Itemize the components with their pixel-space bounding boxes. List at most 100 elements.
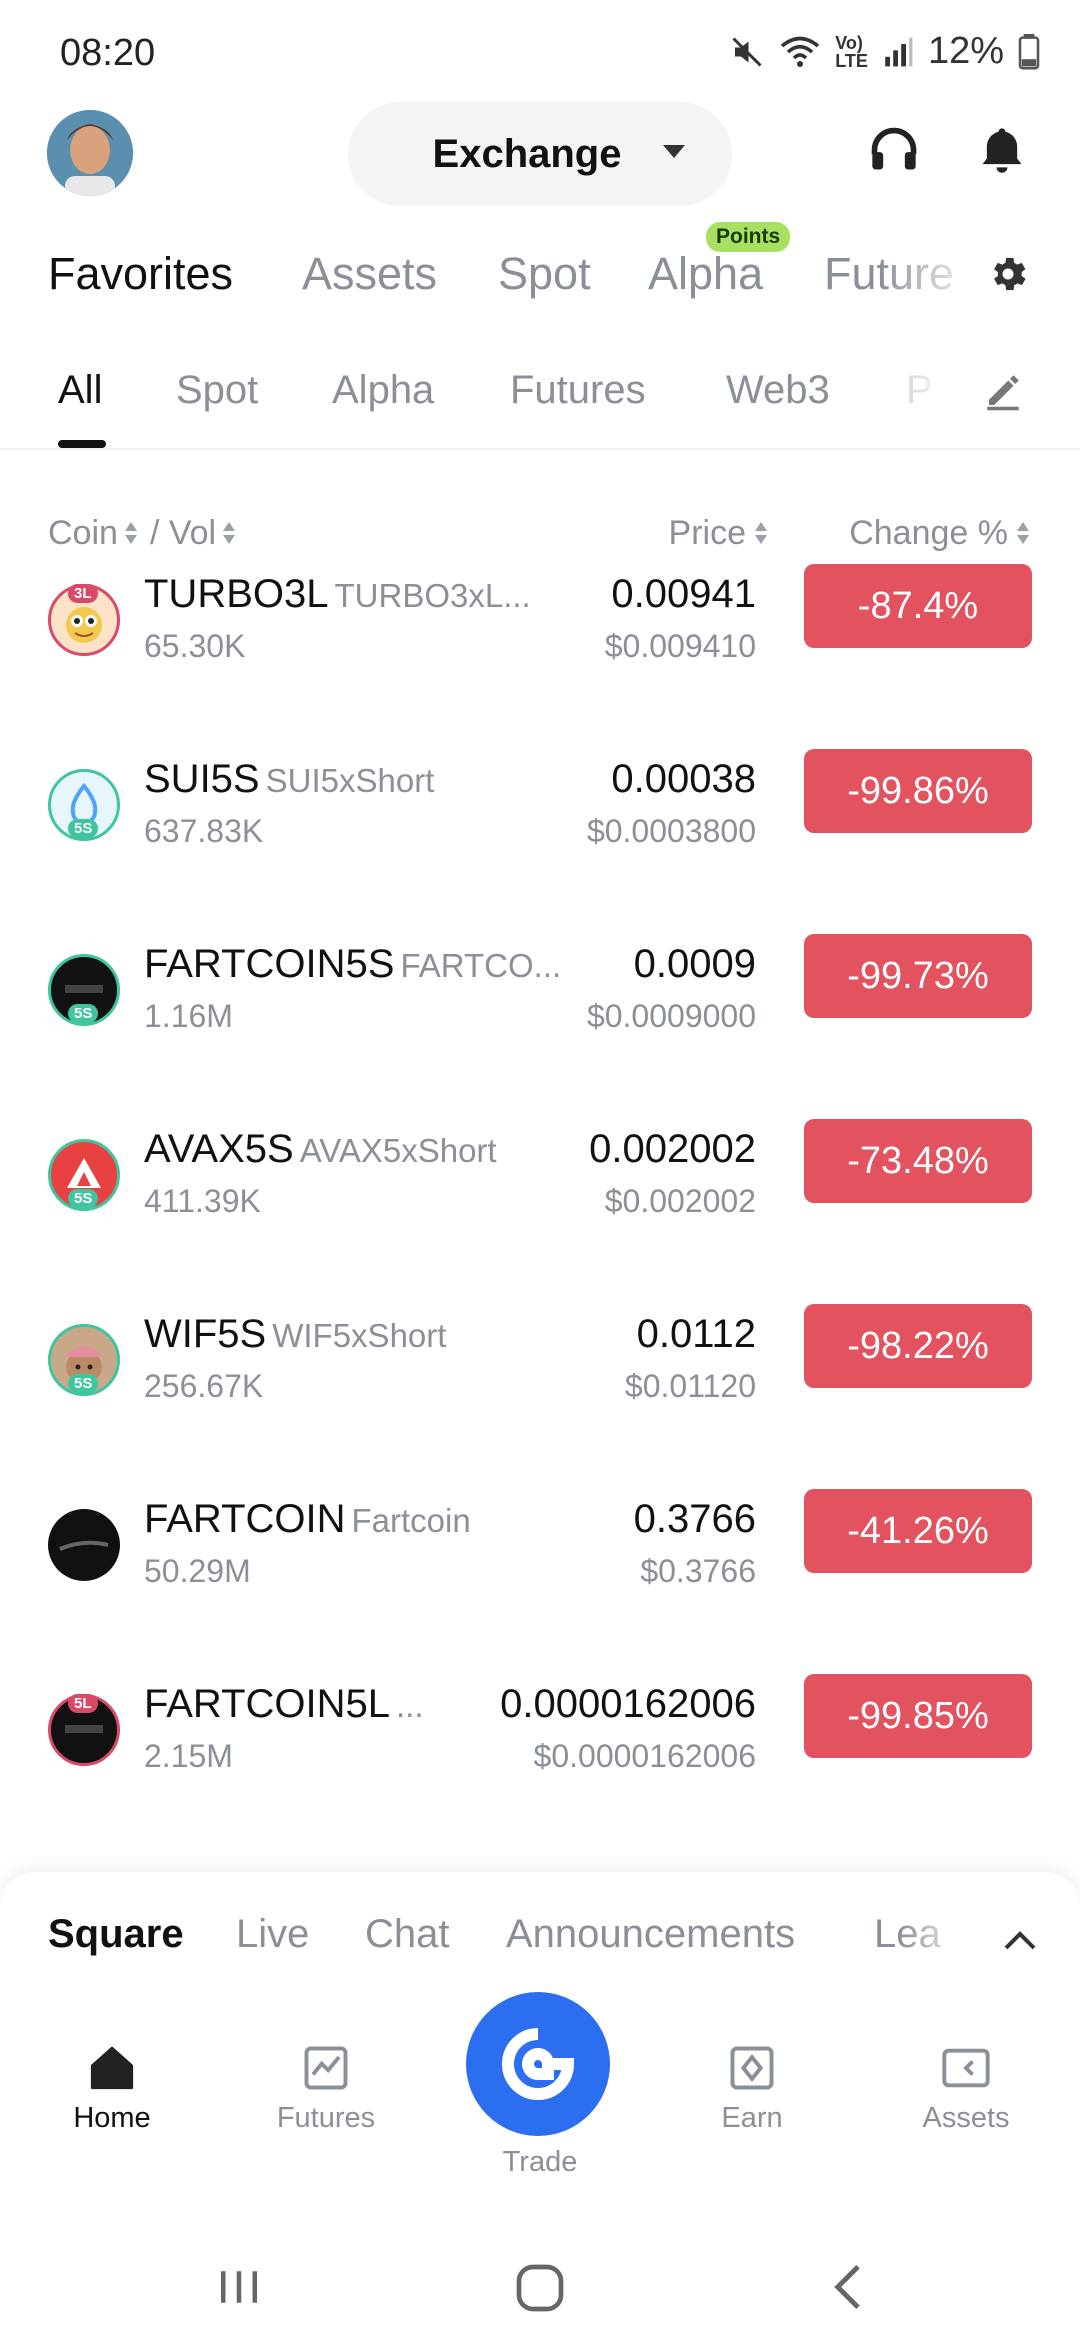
tab-alpha[interactable]: Alpha [648, 248, 763, 300]
nav-futures-label: Futures [276, 2102, 376, 2134]
coin-fullname: WIF5xShort [272, 1317, 447, 1354]
coin-price-usd: $0.01120 [624, 1368, 756, 1404]
coin-symbol: FARTCOIN5S FARTCO... [144, 942, 562, 986]
subtab-all[interactable]: All [58, 368, 102, 413]
coin-volume: 637.83K [144, 813, 264, 849]
status-bar: 08:20 Vo) LTE 12% [0, 0, 1080, 110]
subtab-web3[interactable]: Web3 [726, 368, 830, 413]
futures-icon [304, 2046, 348, 2090]
change-badge[interactable]: -73.48% [804, 1119, 1032, 1203]
edit-icon[interactable] [982, 370, 1024, 417]
status-time: 08:20 [60, 32, 156, 74]
coin-fullname: FARTCO... [400, 947, 562, 984]
nav-assets[interactable]: Assets [886, 2042, 1046, 2135]
coin-price-usd: $0.009410 [604, 628, 756, 664]
battery-percent: 12% [927, 30, 1004, 72]
leverage-badge: 5S [68, 1374, 99, 1393]
change-badge[interactable]: -99.85% [804, 1674, 1032, 1758]
sort-icon [124, 520, 138, 548]
exchange-selector[interactable]: Exchange [348, 102, 732, 206]
nav-home-label: Home [73, 2102, 151, 2134]
coin-volume: 2.15M [144, 1738, 233, 1774]
chevron-up-icon[interactable] [1000, 1924, 1040, 1959]
change-badge[interactable]: -87.4% [804, 564, 1032, 648]
sort-coin-vol[interactable]: Coin / Vol [48, 514, 236, 553]
active-tab-indicator [58, 440, 106, 448]
tab-announcements[interactable]: Announcements [506, 1912, 795, 1957]
change-badge[interactable]: -98.22% [804, 1304, 1032, 1388]
nav-home[interactable]: Home [32, 2042, 192, 2135]
leverage-badge: 3L [68, 584, 98, 603]
back-icon[interactable] [822, 2260, 876, 2319]
headset-icon[interactable] [868, 124, 920, 181]
nav-assets-label: Assets [922, 2102, 1010, 2134]
coin-price: 0.3766 [633, 1497, 756, 1541]
coin-price: 0.0112 [636, 1312, 756, 1356]
sort-change[interactable]: Change % [849, 514, 1030, 553]
nav-trade-button[interactable] [466, 1992, 610, 2136]
avatar[interactable] [47, 110, 133, 196]
subtab-alpha[interactable]: Alpha [332, 368, 434, 413]
recent-apps-icon[interactable] [212, 2260, 266, 2319]
change-badge[interactable]: -99.86% [804, 749, 1032, 833]
tab-square[interactable]: Square [48, 1912, 184, 1957]
mute-icon [729, 34, 765, 70]
market-row[interactable]: FARTCOIN Fartcoin 50.29M 0.3766 $0.3766 -… [0, 1489, 1080, 1647]
coin-price-usd: $0.002002 [604, 1183, 756, 1219]
market-row[interactable]: 5S AVAX5S AVAX5xShort 411.39K 0.002002 $0… [0, 1119, 1080, 1277]
leverage-badge: 5L [68, 1694, 98, 1713]
coin-fullname: TURBO3xL... [334, 577, 531, 614]
coin-fullname: Fartcoin [351, 1502, 471, 1539]
bottom-nav: Home Futures Trade Earn Assets [0, 1992, 1080, 2192]
subtab-spot[interactable]: Spot [176, 368, 258, 413]
market-row[interactable]: 5S SUI5S SUI5xShort 637.83K 0.00038 $0.00… [0, 749, 1080, 907]
nav-futures[interactable]: Futures [246, 2042, 406, 2135]
coin-symbol: SUI5S SUI5xShort [144, 757, 435, 801]
coin-symbol: FARTCOIN5L... [144, 1682, 424, 1726]
tab-favorites[interactable]: Favorites [48, 248, 233, 300]
battery-icon [1018, 33, 1040, 70]
nav-earn[interactable]: Earn [672, 2042, 832, 2135]
system-nav-bar [0, 2240, 1080, 2340]
coin-symbol: WIF5S WIF5xShort [144, 1312, 447, 1356]
change-badge[interactable]: -99.73% [804, 934, 1032, 1018]
coin-volume: 1.16M [144, 998, 233, 1034]
change-badge[interactable]: -41.26% [804, 1489, 1032, 1573]
coin-price: 0.002002 [589, 1127, 756, 1171]
home-button-icon[interactable] [512, 2260, 568, 2321]
column-headers: Coin / Vol Price Change % [0, 510, 1080, 560]
tab-chat[interactable]: Chat [365, 1912, 450, 1957]
market-row[interactable]: 5S WIF5S WIF5xShort 256.67K 0.0112 $0.011… [0, 1304, 1080, 1462]
coin-volume: 256.67K [144, 1368, 264, 1404]
gear-icon[interactable] [986, 252, 1030, 301]
subtab-futures[interactable]: Futures [510, 368, 646, 413]
coin-price-usd: $0.0009000 [586, 998, 756, 1034]
market-row[interactable]: 3L TURBO3L TURBO3xL... 65.30K 0.00941 $0.… [0, 564, 1080, 722]
status-icons: Vo) LTE 12% [729, 30, 1040, 73]
coin-price-usd: $0.0003800 [586, 813, 756, 849]
col-price-label: Price [668, 514, 746, 552]
coin-volume: 411.39K [144, 1183, 261, 1219]
leverage-badge: 5S [68, 819, 99, 838]
leverage-badge: 5S [68, 1189, 99, 1208]
coin-symbol: TURBO3L TURBO3xL... [144, 572, 531, 616]
coin-price: 0.0000162006 [500, 1682, 756, 1726]
col-change-label: Change % [849, 514, 1008, 552]
nav-trade-label: Trade [502, 2146, 578, 2178]
volte-icon: Vo) LTE [835, 32, 868, 71]
trade-icon [502, 2028, 575, 2100]
header: Exchange [0, 100, 1080, 212]
col-vol-label: / Vol [149, 514, 217, 552]
coin-price-usd: $0.0000162006 [533, 1738, 756, 1774]
tab-spot[interactable]: Spot [498, 248, 591, 300]
tab-assets[interactable]: Assets [302, 248, 437, 300]
tab-live[interactable]: Live [236, 1912, 309, 1957]
sort-icon [754, 520, 768, 548]
sort-price[interactable]: Price [669, 514, 768, 553]
home-icon [90, 2046, 134, 2090]
bell-icon[interactable] [976, 124, 1028, 181]
points-badge: Points [706, 222, 791, 252]
subtabs-fade [890, 360, 970, 440]
market-row[interactable]: 5L FARTCOIN5L... 2.15M 0.0000162006 $0.0… [0, 1674, 1080, 1832]
market-row[interactable]: 5S FARTCOIN5S FARTCO... 1.16M 0.0009 $0.0… [0, 934, 1080, 1092]
